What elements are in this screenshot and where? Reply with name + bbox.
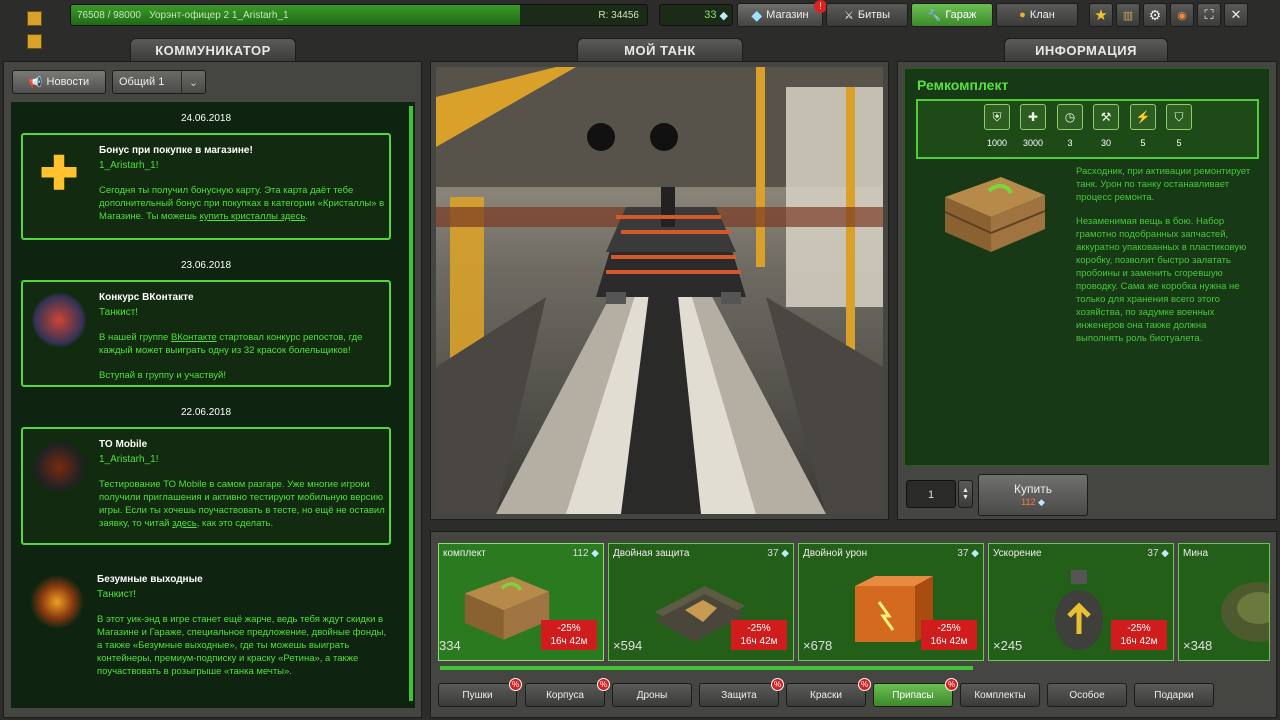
crystal-icon: ◆ — [1161, 548, 1169, 559]
progress-text: 76508 / 98000 — [77, 10, 141, 21]
stat-value: 5 — [1176, 138, 1182, 148]
news-scrollbar[interactable] — [409, 106, 413, 701]
star-icon[interactable]: ★ — [1089, 3, 1113, 27]
supply-card-double-damage[interactable]: Двойной урон 37 ◆ ×678 -25% 16ч 42м — [798, 543, 984, 661]
stat-value: 5 — [1140, 138, 1146, 148]
stats-box — [916, 99, 1259, 159]
menu-icon[interactable] — [27, 11, 42, 26]
discount-badge: % — [597, 678, 610, 691]
username: 1_Aristarh_1 — [231, 10, 289, 21]
menu-icon-2[interactable] — [27, 34, 42, 49]
garage-scene[interactable] — [436, 67, 883, 514]
stat-timer-icon: ◷ — [1057, 104, 1083, 130]
item-desc-1: Расходник, при активации ремонтирует тан… — [1076, 166, 1251, 203]
tab-guns[interactable]: Пушки% — [438, 678, 522, 707]
tab-kits[interactable]: Комплекты — [960, 683, 1040, 707]
discount-badge: % — [945, 678, 958, 691]
info-title: ИНФОРМАЦИЯ — [1004, 38, 1168, 62]
rank-progress-bar: 76508 / 98000 Уорэнт-офицер 2 1_Aristarh… — [70, 4, 648, 26]
tank-model — [596, 187, 746, 304]
info-body: Ремкомплект Расходник, при активации рем… — [904, 68, 1270, 466]
news-item: Безумные выходные Танкист! В этот уик-эн… — [21, 564, 391, 704]
tank-fire-icon — [29, 574, 85, 630]
clan-button[interactable]: ● Клан — [996, 3, 1078, 27]
stat-value: 1000 — [986, 138, 1008, 148]
buy-crystals-link[interactable]: купить кристаллы здесь — [200, 211, 306, 222]
close-icon[interactable]: ✕ — [1224, 3, 1248, 27]
stat-repair-icon: ✚ — [1020, 104, 1046, 130]
channel-select[interactable]: Общий 1 ⌄ — [112, 70, 206, 94]
megaphone-icon: 📢 — [28, 76, 43, 89]
test-link[interactable]: здесь — [172, 518, 197, 529]
crystal-icon: ◆ — [1035, 497, 1045, 507]
mytank-title: МОЙ ТАНК — [577, 38, 743, 62]
tab-drones[interactable]: Дроны — [612, 683, 692, 707]
paint-icon — [31, 292, 87, 348]
quantity-input[interactable]: 1 — [906, 480, 956, 508]
crystal-icon: ◆ — [781, 548, 789, 559]
stat-value: 3 — [1067, 138, 1073, 148]
news-date: 23.06.2018 — [180, 260, 232, 271]
supply-card-double-armor[interactable]: Двойная защита 37 ◆ ×594 -25% 16ч 42м — [608, 543, 794, 661]
tab-supplies[interactable]: Припасы% — [873, 678, 958, 707]
chevron-down-icon: ⌄ — [181, 71, 205, 93]
news-date: 24.06.2018 — [180, 113, 232, 124]
shop-button[interactable]: ◆ Магазин ! — [737, 0, 827, 27]
news-button[interactable]: 📢 Новости — [12, 70, 106, 94]
news-item: Конкурс ВКонтакте Танкист! В нашей групп… — [21, 280, 391, 387]
tab-paints[interactable]: Краски% — [786, 678, 871, 707]
news-item: ✚ Бонус при покупке в магазине! 1_Arista… — [21, 133, 391, 240]
diamond-icon: ◆ — [751, 6, 763, 23]
discount-badge: % — [771, 678, 784, 691]
tab-special[interactable]: Особое — [1047, 683, 1127, 707]
garage-button[interactable]: 🔧 Гараж — [911, 3, 993, 27]
stat-cooldown-icon: ⚒ — [1093, 104, 1119, 130]
rank-name: Уорэнт-офицер 2 — [149, 10, 230, 21]
crystal-icon: ◆ — [971, 548, 979, 559]
tab-protection[interactable]: Защита% — [699, 678, 784, 707]
item-name: Ремкомплект — [917, 77, 1009, 93]
supply-card-nitro[interactable]: Ускорение 37 ◆ ×245 -25% 16ч 42м — [988, 543, 1174, 661]
fullscreen-icon[interactable]: ⛶ — [1197, 3, 1221, 27]
item-desc-2: Незаменимая вещь в бою. Набор грамотно п… — [1076, 216, 1247, 344]
communicator-title: КОММУНИКАТОР — [130, 38, 296, 62]
item-image — [941, 167, 1049, 257]
settings-icon[interactable]: ⚙ — [1143, 3, 1167, 27]
wrench-icon: 🔧 — [927, 9, 942, 22]
supply-card-mine[interactable]: Мина ×348 — [1178, 543, 1270, 661]
stat-duration-icon: ⛉ — [1166, 104, 1192, 130]
news-date: 22.06.2018 — [180, 407, 232, 418]
news-item: TO Mobile 1_Aristarh_1! Тестирование ТО … — [21, 427, 391, 545]
quantity-stepper[interactable]: ▲ ▼ — [958, 480, 973, 508]
stat-value: 30 — [1100, 138, 1111, 148]
crystal-icon: ◆ — [719, 9, 728, 22]
stat-armor-icon: ⛨ — [984, 104, 1010, 130]
vk-link[interactable]: ВКонтакте — [171, 332, 217, 343]
friends-icon[interactable]: ◉ — [1170, 3, 1194, 27]
tab-gifts[interactable]: Подарки — [1134, 683, 1214, 707]
rating-text: R: 34456 — [598, 10, 639, 21]
mobile-tank-icon — [31, 439, 87, 495]
news-feed[interactable]: 24.06.2018 ✚ Бонус при покупке в магазин… — [11, 102, 415, 708]
stats-icon[interactable]: ▥ — [1116, 3, 1140, 27]
crystal-icon: ◆ — [591, 548, 599, 559]
discount-badge: % — [509, 678, 522, 691]
stat-damage-icon: ⚡ — [1130, 104, 1156, 130]
tab-hulls[interactable]: Корпуса% — [525, 678, 610, 707]
items-scrollbar[interactable] — [440, 666, 973, 670]
discount-badge: % — [858, 678, 871, 691]
plus-icon: ✚ — [39, 147, 79, 199]
stat-value: 3000 — [1022, 138, 1044, 148]
battles-button[interactable]: ⚔ Битвы — [826, 3, 908, 27]
buy-button[interactable]: Купить 112 ◆ — [978, 474, 1088, 516]
medal-icon: ● — [1019, 9, 1026, 21]
supply-card-repair[interactable]: комплект 112 ◆ 334 -25% 16ч 42м — [438, 543, 604, 661]
swords-icon: ⚔ — [843, 9, 854, 22]
chevron-up-icon: ▲ — [962, 487, 969, 494]
chevron-down-icon: ▼ — [962, 494, 969, 501]
crystal-counter: 33 ◆ — [659, 4, 733, 26]
